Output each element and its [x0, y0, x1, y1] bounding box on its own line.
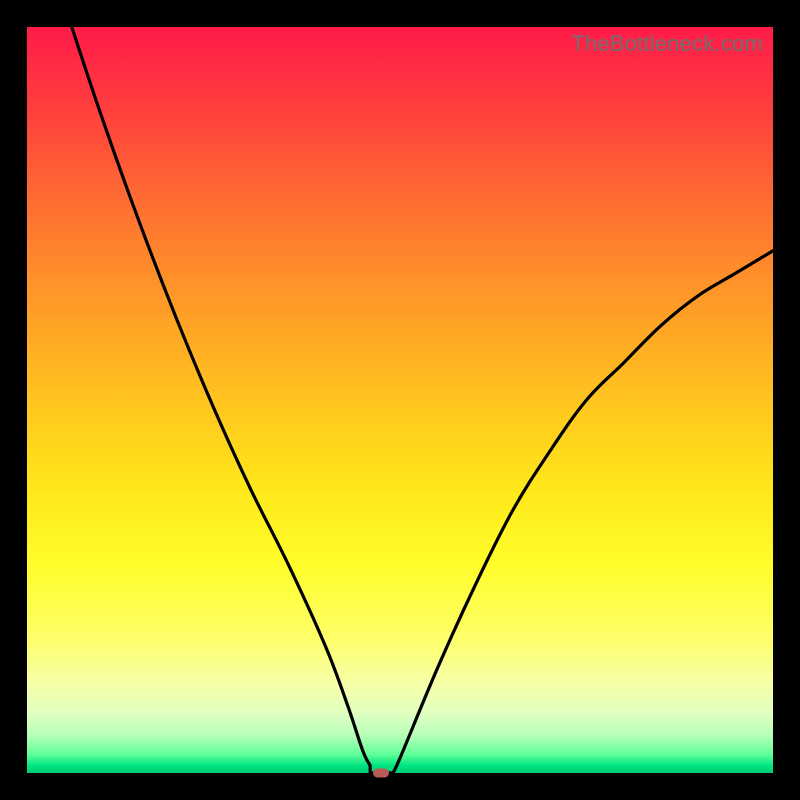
- plot-area: TheBottleneck.com: [27, 27, 773, 773]
- optimal-point-marker: [373, 769, 389, 778]
- bottleneck-curve: [27, 27, 773, 773]
- chart-frame: TheBottleneck.com: [0, 0, 800, 800]
